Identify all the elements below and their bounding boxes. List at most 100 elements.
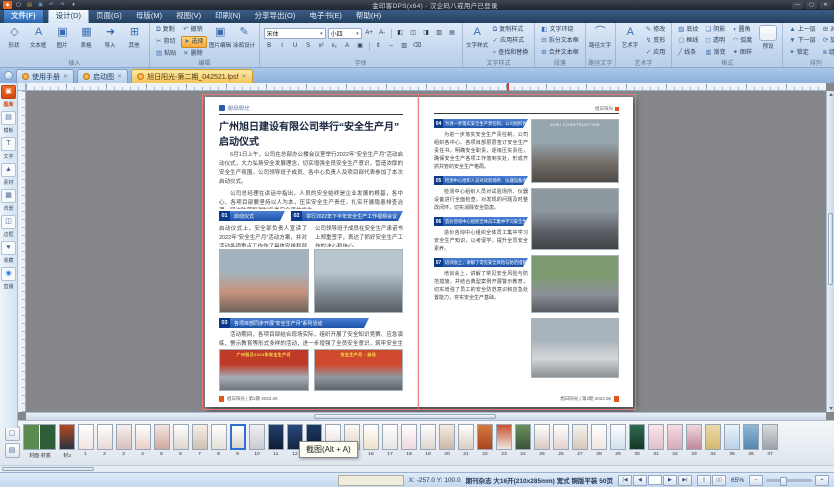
pattern-button[interactable]: ✦图样 [731, 48, 755, 58]
insert-other-button[interactable]: ⊞其他 [124, 25, 145, 49]
thumbnail-doc-button[interactable]: ▢ [5, 426, 20, 441]
page-thumbnail-27[interactable]: 27 [571, 424, 589, 457]
page-thumbnail-25[interactable]: 25 [533, 424, 551, 457]
fill-button[interactable]: ▨底纹 [676, 25, 700, 35]
canvas[interactable]: 旭日阳光 广州旭日建设有限公司举行“安全生产月” 启动仪式 6月1日上午，公司在… [26, 91, 826, 412]
vertical-scrollbar[interactable] [826, 91, 834, 412]
page-thumbnail-1[interactable]: 1 [77, 424, 95, 457]
cut-button[interactable]: ✂剪切 [154, 36, 178, 48]
align-center-button[interactable]: ◫ [408, 28, 419, 39]
menu-tab-7[interactable]: 分享导出(O) [248, 9, 303, 23]
thumbnail-pages-button[interactable]: ▤ [5, 443, 20, 458]
group-button[interactable]: ⧈组合 [821, 48, 834, 58]
page-left[interactable]: 旭日阳光 广州旭日建设有限公司举行“安全生产月” 启动仪式 6月1日上午，公司在… [205, 97, 418, 407]
save-icon[interactable]: ▣ [36, 1, 45, 9]
menu-tab-1[interactable]: 文件(F) [3, 8, 44, 23]
page-thumbnail-20[interactable]: 20 [438, 424, 456, 457]
sidebar-item-1[interactable]: ▣图库 [1, 85, 16, 108]
opacity-button[interactable]: ◻透明 [703, 36, 727, 46]
photo[interactable] [219, 249, 309, 313]
find-replace-button[interactable]: ⌕查找和替换 [491, 48, 531, 58]
line-button[interactable]: ╱线条 [676, 48, 700, 58]
page-thumbnail-2[interactable]: 2 [96, 424, 114, 457]
first-page-button[interactable]: |◀ [618, 475, 632, 486]
status-field[interactable] [338, 475, 404, 486]
highlight-color-button[interactable]: ▣ [355, 41, 366, 52]
document-tab-1[interactable]: 使用手册✕ [16, 69, 74, 83]
horizontal-scroll-thumb[interactable] [314, 414, 496, 419]
superscript-button[interactable]: x² [316, 41, 327, 52]
zoom-in-button[interactable]: + [815, 475, 829, 486]
page-thumbnail-37[interactable]: 37 [761, 424, 779, 457]
new-file-icon[interactable]: ▢ [14, 1, 23, 9]
zoom-slider-thumb[interactable] [780, 477, 787, 486]
sidebar-item-4[interactable]: ▲素材 [1, 163, 16, 186]
doc-tabs-menu-button[interactable] [4, 71, 13, 80]
minimize-button[interactable]: — [792, 2, 803, 9]
zoom-slider[interactable] [766, 479, 812, 482]
menu-tab-5[interactable]: 视图(V) [169, 9, 208, 23]
photo[interactable] [531, 318, 619, 378]
columns-button[interactable]: ▥ [399, 41, 410, 52]
close-button[interactable]: ✕ [820, 2, 831, 9]
page-thumbnail-36[interactable]: 36 [742, 424, 760, 457]
photo[interactable] [531, 255, 619, 313]
select-button[interactable]: ➤选择 [181, 36, 206, 48]
text-wrap-button[interactable]: ◧文字环绕 [539, 25, 580, 35]
page-thumbnail-8[interactable]: 8 [210, 424, 228, 457]
page-thumbnail-5[interactable]: 5 [153, 424, 171, 457]
split-textbox-button[interactable]: ⊟拆分文本框 [539, 36, 580, 46]
section-text[interactable]: 检测中心组织人员对试验场所、仪器设备进行全面检查，对发现的问题及时整改闭环，切实… [434, 188, 528, 212]
font-size-select[interactable]: 小四▾ [328, 28, 362, 39]
undo-icon[interactable]: ↶ [47, 1, 56, 9]
page-thumbnail-7[interactable]: 7 [191, 424, 209, 457]
photo[interactable]: 安全生产月 · 启动 [314, 349, 404, 391]
close-tab-icon[interactable]: ✕ [63, 73, 68, 80]
page-thumbnail-24[interactable]: 24 [514, 424, 532, 457]
gradient-button[interactable]: ▥渐变 [703, 48, 727, 58]
single-page-view-button[interactable]: ▯ [697, 475, 711, 486]
sidebar-item-8[interactable]: ◉直播 [1, 267, 16, 290]
page-thumbnail-9[interactable]: 9 [229, 424, 247, 457]
wordart-apply-button[interactable]: ✓应用 [644, 48, 667, 58]
sidebar-item-7[interactable]: ♥收藏 [1, 241, 16, 264]
path-text-button[interactable]: ⌒路径文字 [590, 25, 611, 49]
document-tab-3[interactable]: 旭日阳光-第二期_042521.lpsf✕ [131, 69, 252, 83]
merge-textbox-button[interactable]: ⊞合并文本框 [539, 48, 580, 58]
page-thumbnail-34[interactable]: 34 [704, 424, 722, 457]
wordart-edit-button[interactable]: ✎修改 [644, 25, 667, 35]
arc-button[interactable]: ◠弧度 [731, 36, 755, 46]
clear-format-button[interactable]: ⌫ [412, 41, 423, 52]
page-thumbnail-33[interactable]: 33 [685, 424, 703, 457]
section-banner[interactable]: 02举行2022年下半年安全生产工作视频会议 [291, 211, 403, 221]
font-name-select[interactable]: 宋体▾ [264, 28, 326, 39]
section-text[interactable]: 为进一步落实安全生产责任制，公司组织各中心、各项目部层层签订安全生产责任书，明确… [434, 131, 528, 171]
next-page-button[interactable]: ▶ [663, 475, 677, 486]
page-thumbnail-封2[interactable]: 封2 [58, 424, 76, 459]
thumbnail-scrollbar[interactable] [0, 465, 834, 472]
document-tab-2[interactable]: 启动图✕ [77, 69, 128, 83]
sidebar-item-6[interactable]: ◫边框 [1, 215, 16, 238]
bring-forward-button[interactable]: ▲上一层 [787, 25, 817, 35]
maximize-button[interactable]: ▢ [806, 2, 817, 9]
subscript-button[interactable]: x₂ [329, 41, 340, 52]
photo[interactable]: XURI CONSTRUCTION [531, 119, 619, 183]
menu-tab-3[interactable]: 页面(G) [89, 9, 129, 23]
prev-page-button[interactable]: ◀ [633, 475, 647, 486]
page-right[interactable]: 旭日阳光 04为进一步落实安全生产责任制，公司组织各中心、各项目部层层签订安全生… [420, 97, 633, 407]
page-thumbnail-32[interactable]: 32 [666, 424, 684, 457]
align-right-button[interactable]: ◨ [421, 28, 432, 39]
page-thumbnail-16[interactable]: 16 [362, 424, 380, 457]
send-backward-button[interactable]: ▼下一层 [787, 36, 817, 46]
align-justify-button[interactable]: ▥ [434, 28, 445, 39]
zoom-out-button[interactable]: − [749, 475, 763, 486]
two-column-text[interactable]: 启动仪式上，安全部负责人宣读了2022年“安全生产月”活动方案，并对活动各项重点… [219, 225, 403, 247]
close-tab-icon[interactable]: ✕ [117, 73, 122, 80]
facing-pages-view-button[interactable]: ▯▯ [712, 475, 726, 486]
border-button[interactable]: ▢框线 [676, 36, 700, 46]
open-folder-icon[interactable]: ▤ [25, 1, 34, 9]
page-thumbnail-22[interactable]: 22 [476, 424, 494, 457]
page-thumbnail-17[interactable]: 17 [381, 424, 399, 457]
grow-font-button[interactable]: A+ [364, 28, 375, 39]
article-body[interactable]: 活动期间，各项目部结合现场实际，组织开展了安全知识竞赛、应急演练、警示教育等形式… [219, 331, 403, 347]
